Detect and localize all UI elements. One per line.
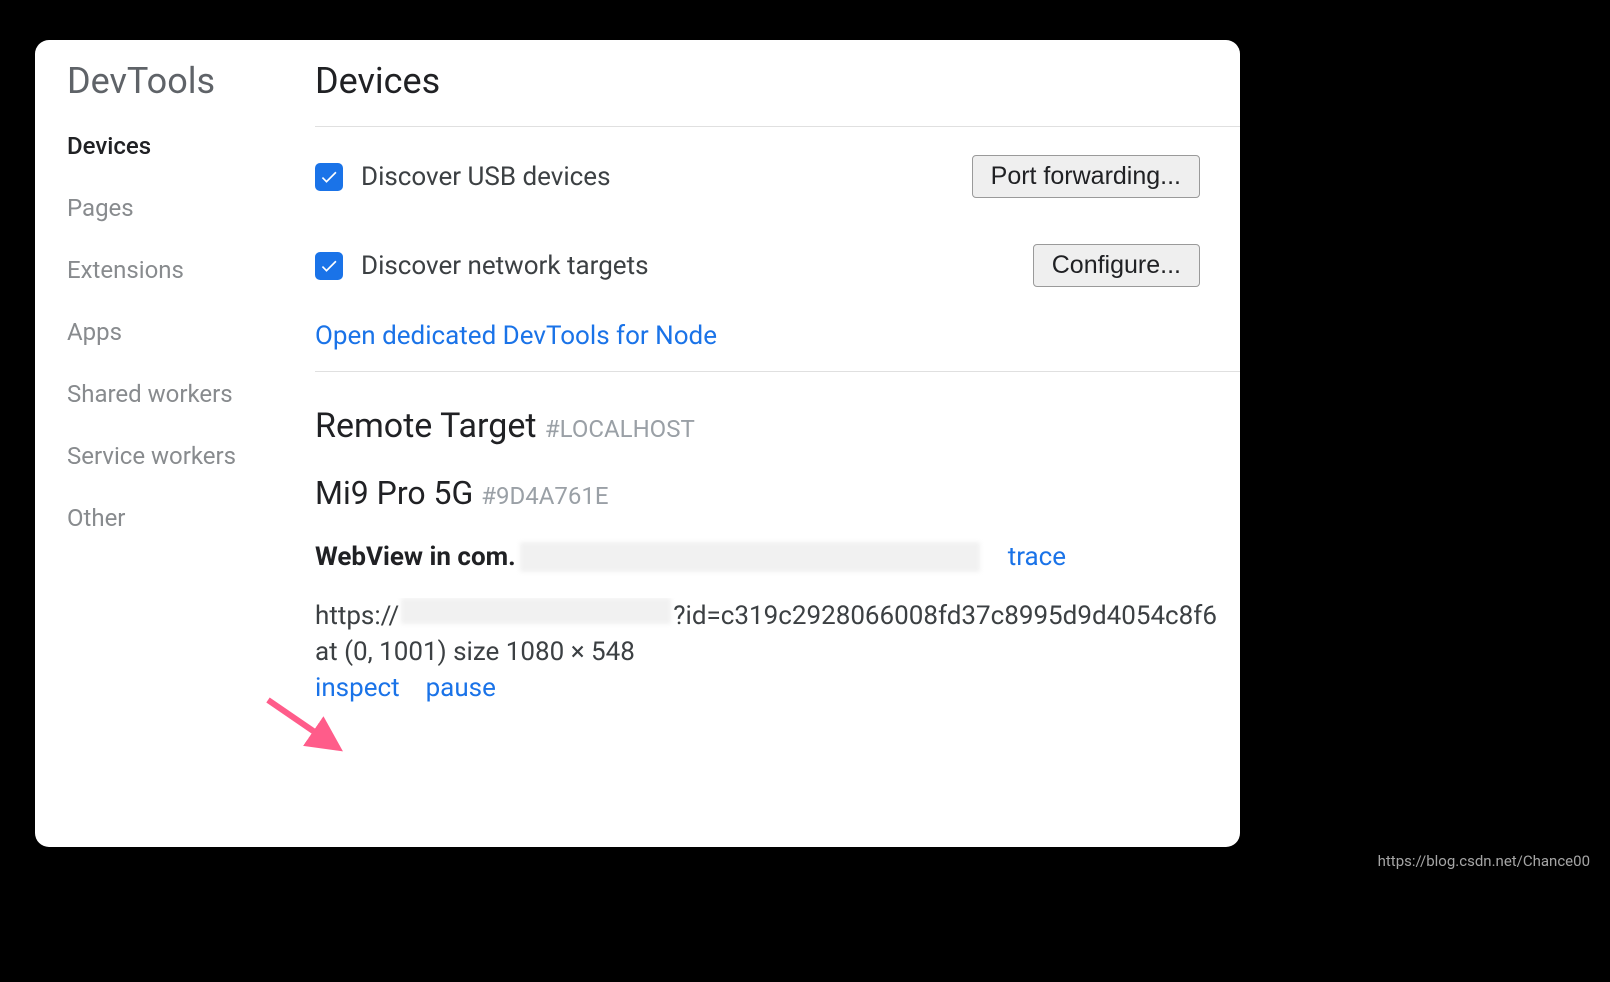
- remote-target-heading: Remote Target #LOCALHOST: [315, 406, 1240, 446]
- discover-usb-row: Discover USB devices Port forwarding...: [315, 155, 1240, 198]
- url-query: ?id=c319c2928066008fd37c8995d9d4054c8f6: [673, 601, 1217, 631]
- url-row: https:// ?id=c319c2928066008fd37c8995d9d…: [315, 598, 1240, 631]
- remote-target-badge: #LOCALHOST: [545, 415, 695, 443]
- sidebar-item-devices[interactable]: Devices: [67, 132, 315, 160]
- remote-target-label: Remote Target: [315, 406, 536, 446]
- sidebar-item-service-workers[interactable]: Service workers: [67, 442, 315, 470]
- discover-network-checkbox[interactable]: [315, 252, 343, 280]
- sidebar-item-shared-workers[interactable]: Shared workers: [67, 380, 315, 408]
- device-heading: Mi9 Pro 5G #9D4A761E: [315, 474, 1240, 512]
- page-title: Devices: [315, 60, 1240, 102]
- sidebar-item-apps[interactable]: Apps: [67, 318, 315, 346]
- redacted-package: [520, 542, 980, 572]
- trace-link[interactable]: trace: [1008, 542, 1066, 572]
- discover-usb-group: Discover USB devices: [315, 162, 611, 192]
- url-prefix: https://: [315, 601, 399, 631]
- sidebar-item-pages[interactable]: Pages: [67, 194, 315, 222]
- pause-link[interactable]: pause: [426, 673, 496, 703]
- inspect-link[interactable]: inspect: [315, 673, 400, 703]
- webview-label: WebView in com.: [315, 542, 516, 572]
- redacted-host: [401, 598, 671, 624]
- device-badge: #9D4A761E: [481, 482, 608, 510]
- configure-button[interactable]: Configure...: [1033, 244, 1200, 287]
- position-size: at (0, 1001) size 1080 × 548: [315, 637, 1240, 667]
- sidebar-title: DevTools: [67, 60, 315, 102]
- action-links: inspect pause: [315, 673, 1240, 703]
- discover-network-label: Discover network targets: [361, 251, 649, 281]
- sidebar: DevTools Devices Pages Extensions Apps S…: [35, 60, 315, 847]
- check-icon: [319, 256, 339, 276]
- main-content: Devices Discover USB devices Port forwar…: [315, 60, 1240, 847]
- open-node-devtools-link[interactable]: Open dedicated DevTools for Node: [315, 321, 717, 351]
- discover-usb-label: Discover USB devices: [361, 162, 611, 192]
- devtools-panel: DevTools Devices Pages Extensions Apps S…: [35, 40, 1240, 847]
- discover-network-row: Discover network targets Configure...: [315, 244, 1240, 287]
- attribution-watermark: https://blog.csdn.net/Chance00: [1378, 852, 1590, 870]
- divider: [315, 126, 1240, 127]
- webview-row: WebView in com. trace: [315, 542, 1240, 572]
- sidebar-item-extensions[interactable]: Extensions: [67, 256, 315, 284]
- device-name: Mi9 Pro 5G: [315, 474, 473, 512]
- discover-usb-checkbox[interactable]: [315, 163, 343, 191]
- node-link-row: Open dedicated DevTools for Node: [315, 321, 1240, 351]
- divider: [315, 371, 1240, 372]
- sidebar-item-other[interactable]: Other: [67, 504, 315, 532]
- check-icon: [319, 167, 339, 187]
- discover-network-group: Discover network targets: [315, 251, 649, 281]
- port-forwarding-button[interactable]: Port forwarding...: [972, 155, 1200, 198]
